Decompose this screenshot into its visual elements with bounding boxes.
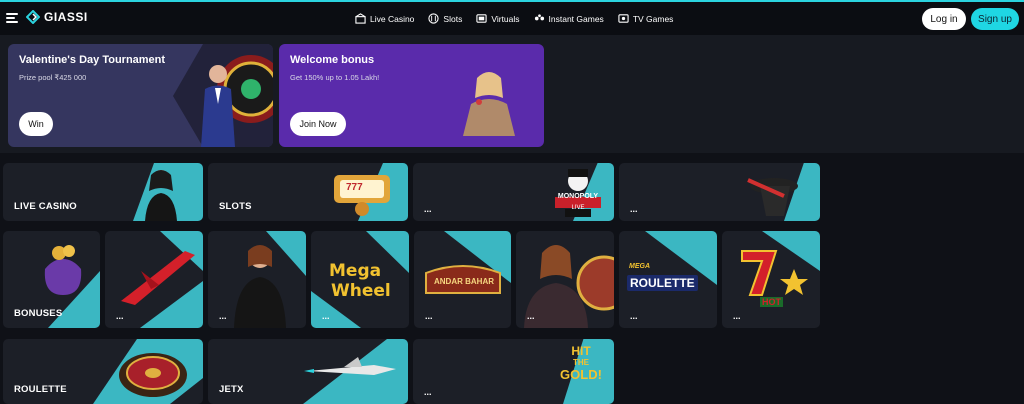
roulette-logo: ROULETTE [627,275,698,291]
game-mega-wheel[interactable]: Mega Wheel ... [311,231,409,328]
dealer-image [145,170,177,221]
login-button[interactable]: Log in [922,8,966,30]
game-title: ... [425,311,433,321]
main-nav: Live Casino Slots Virtuals Instant Games… [355,2,673,35]
promo-card-tournament[interactable]: Valentine's Day Tournament Prize pool ₹4… [8,44,273,147]
logo[interactable]: GIASSI [26,10,88,24]
game-title: ... [219,311,227,321]
game-live-wheel[interactable]: ... [516,231,614,328]
promo-subtitle: Prize pool ₹425 000 [19,73,87,82]
signup-button[interactable]: Sign up [971,8,1019,30]
sevens-image [741,250,808,296]
instant-games-icon [534,14,544,21]
win-button[interactable]: Win [19,112,53,136]
promo-title: Welcome bonus [290,54,375,66]
join-now-button[interactable]: Join Now [290,112,346,136]
nav-label: Instant Games [548,13,604,24]
game-mega-roulette[interactable]: MEGA ROULETTE ... [619,231,717,328]
nav-tv-games[interactable]: TV Games [618,13,674,24]
slot-sevens: 777 [346,182,363,193]
logo-icon [26,10,40,24]
mega-wheel-logo-2: Wheel [331,281,391,301]
category-slots[interactable]: 777 SLOTS [208,163,408,221]
category-label: ROULETTE [14,384,67,395]
gold-text: GOLD! [560,367,602,382]
andar-bahar-logo: ANDAR BAHAR [434,277,494,286]
monopoly-live: LIVE [571,205,585,211]
jet-image [304,357,396,375]
game-aviator[interactable]: ... [105,231,203,328]
game-title: ... [322,311,330,321]
game-live-dealer[interactable]: ... [208,231,306,328]
category-bonuses[interactable]: BONUSES [3,231,100,328]
game-andar-bahar[interactable]: ANDAR BAHAR ... [414,231,511,328]
hit-text: HIT [571,344,591,358]
nav-label: TV Games [632,13,674,24]
category-label: SLOTS [219,201,252,212]
game-title: ... [630,311,638,321]
category-label: JETX [219,384,244,395]
nav-live-casino[interactable]: Live Casino [355,13,414,24]
game-title: ... [424,204,432,214]
game-title: ... [630,204,638,214]
slot-machine-image [334,175,390,216]
game-monopoly[interactable]: MONOPOLY LIVE ... [413,163,614,221]
game-title: ... [733,311,741,321]
nav-virtuals[interactable]: Virtuals [476,13,520,24]
logo-text: GIASSI [44,10,88,24]
hot-logo: HOT [760,297,783,307]
virtuals-icon [476,14,487,23]
promo-card-welcome[interactable]: Welcome bonus Get 150% up to 1.05 Lakh! … [279,44,544,147]
category-label: BONUSES [14,308,63,319]
category-live-casino[interactable]: LIVE CASINO [3,163,203,221]
category-jetx[interactable]: JETX [208,339,408,404]
game-title: ... [424,387,432,397]
monopoly-logo: MONOPOLY [557,193,599,200]
category-roulette[interactable]: ROULETTE [3,339,203,404]
top-bar: GIASSI Live Casino Slots Virtuals Instan… [0,0,1024,35]
game-hot-sevens[interactable]: HOT ... [722,231,820,328]
category-label: LIVE CASINO [14,201,77,212]
game-hit-the-gold[interactable]: HIT THE GOLD! ... [413,339,614,404]
welcome-bonus-art [463,72,515,136]
bonus-bag-image [44,245,82,295]
dealer-image [234,245,286,328]
menu-icon[interactable] [6,13,18,23]
tournament-art [173,44,273,147]
nav-label: Live Casino [370,13,415,24]
nav-label: Virtuals [491,13,520,24]
game-title: ... [527,311,535,321]
hit-the-gold-logo: HIT THE GOLD! [553,345,609,381]
game-title: ... [116,311,124,321]
live-casino-icon [355,13,366,24]
nav-slots[interactable]: Slots [428,13,462,24]
roulette-wheel-image [119,353,187,397]
nav-instant-games[interactable]: Instant Games [534,13,604,24]
slots-icon [428,13,440,24]
magic-hat-image [747,178,798,216]
tv-games-icon [618,14,629,23]
nav-label: Slots [443,13,463,24]
mega-label: MEGA [629,263,650,270]
promo-area: Valentine's Day Tournament Prize pool ₹4… [0,35,1024,153]
promo-subtitle: Get 150% up to 1.05 Lakh! [290,73,380,82]
mega-wheel-logo-1: Mega [329,261,382,281]
promo-title: Valentine's Day Tournament [19,54,166,66]
game-magic-hat[interactable]: ... [619,163,820,221]
red-plane-image [121,251,195,305]
